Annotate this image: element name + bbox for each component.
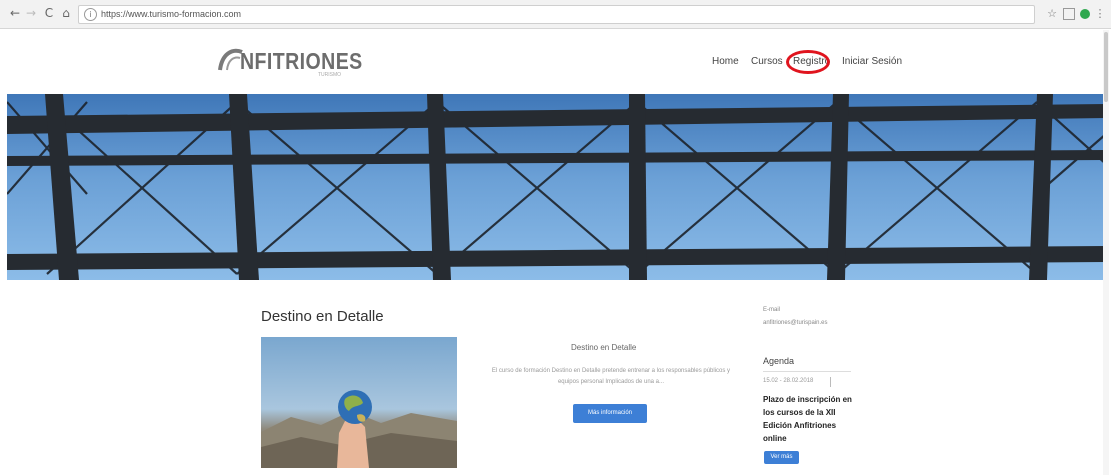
agenda-event-date: 15.02 - 28.02.2018 [763, 378, 814, 384]
page-title: Destino en Detalle [261, 308, 384, 325]
hero-banner-image [7, 94, 1106, 280]
bookmark-star-icon[interactable]: ☆ [1046, 8, 1058, 20]
nav-iniciar-sesion[interactable]: Iniciar Sesión [842, 56, 902, 67]
agenda-event-title[interactable]: Plazo de inscripción en los cursos de la… [763, 393, 858, 445]
sidebar-email[interactable]: anfitriones@turispain.es [763, 320, 827, 326]
sidebar-email-label: E-mail [763, 307, 781, 313]
site-info-icon[interactable]: i [84, 8, 97, 21]
browser-toolbar: ← → C ⌂ i https://www.turismo-formacion.… [0, 0, 1111, 29]
logo-subtitle: TURISMO [318, 72, 342, 78]
nav-cursos[interactable]: Cursos [751, 56, 783, 67]
extension-green-icon[interactable] [1080, 9, 1090, 19]
scrollbar-thumb[interactable] [1104, 32, 1108, 102]
back-icon[interactable]: ← [8, 6, 22, 20]
more-info-button[interactable]: Más información [573, 404, 647, 423]
logo-text: NFITRIONES [240, 48, 363, 74]
post-excerpt: El curso de formación Destino en Detalle… [491, 368, 731, 385]
sidebar-divider [763, 371, 851, 372]
view-more-button[interactable]: Ver más [764, 451, 799, 464]
post-title[interactable]: Destino en Detalle [571, 343, 636, 352]
agenda-date-separator [830, 377, 831, 387]
globe-in-hand-photo [261, 390, 457, 468]
address-bar-url: https://www.turismo-formacion.com [101, 9, 242, 19]
address-bar[interactable]: i https://www.turismo-formacion.com [78, 5, 1035, 24]
post-thumbnail-image[interactable] [261, 337, 457, 468]
glass-roof-lattice [7, 94, 1106, 280]
sidebar-agenda-title: Agenda [763, 356, 795, 366]
registro-highlight-annotation [786, 50, 830, 74]
browser-menu-icon[interactable]: ⋮ [1094, 8, 1106, 20]
extension-icon[interactable] [1063, 8, 1075, 20]
reload-icon[interactable]: C [42, 6, 56, 20]
forward-icon[interactable]: → [24, 6, 38, 20]
home-icon[interactable]: ⌂ [59, 6, 73, 20]
nav-home[interactable]: Home [712, 56, 739, 67]
